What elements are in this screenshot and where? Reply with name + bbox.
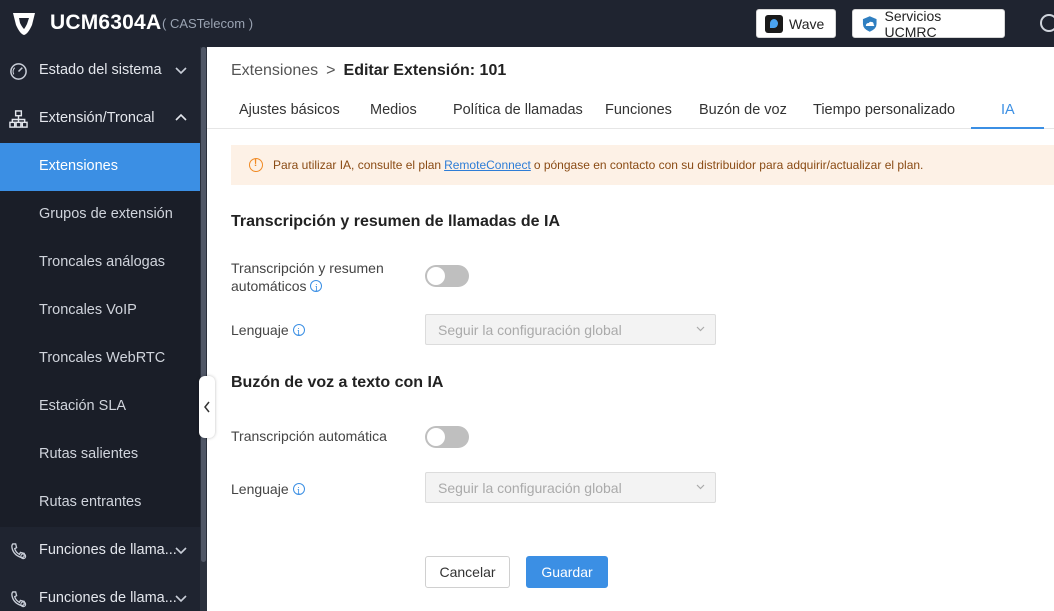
section-title-ai-transcription: Transcripción y resumen de llamadas de I… bbox=[231, 213, 561, 230]
main-content: Extensiones > Editar Extensión: 101 Ajus… bbox=[207, 47, 1054, 611]
chevron-down-icon bbox=[696, 484, 705, 490]
language-label-1: Lenguaje bbox=[231, 321, 305, 342]
sidebar-item-label: Troncales VoIP bbox=[39, 302, 137, 318]
sidebar-group-call-features-1[interactable]: Funciones de llama... bbox=[0, 527, 200, 575]
sidebar-group-extension-trunk[interactable]: Extensión/Troncal bbox=[0, 95, 200, 143]
label-text: Lenguaje bbox=[231, 322, 289, 338]
info-icon[interactable] bbox=[310, 280, 323, 298]
info-icon[interactable] bbox=[292, 483, 305, 501]
breadcrumb: Extensiones > Editar Extensión: 101 bbox=[231, 62, 506, 80]
cloud-shield-icon bbox=[862, 15, 877, 32]
auto-transcription-toggle[interactable] bbox=[425, 426, 469, 448]
auto-transcription-summary-toggle[interactable] bbox=[425, 265, 469, 287]
label-line-2: automáticos bbox=[231, 277, 384, 298]
tab-bar: Ajustes básicos Medios Política de llama… bbox=[207, 91, 1054, 129]
warning-icon bbox=[249, 158, 263, 172]
top-bar: UCM6304A ( CASTelecom ) Wave Servicios U… bbox=[0, 0, 1054, 47]
sidebar-group-label: Funciones de llama... bbox=[39, 590, 177, 606]
sidebar-group-label: Estado del sistema bbox=[39, 62, 162, 78]
phone-settings-icon bbox=[11, 543, 27, 560]
sidebar: Estado del sistema Extensión/Troncal Ext… bbox=[0, 47, 207, 611]
sidebar-item-label: Rutas salientes bbox=[39, 446, 139, 462]
sidebar-item-label: Troncales análogas bbox=[39, 254, 166, 270]
language-select-1[interactable]: Seguir la configuración global bbox=[425, 314, 716, 345]
chevron-down-icon bbox=[696, 326, 705, 332]
breadcrumb-extensions-link[interactable]: Extensiones bbox=[231, 62, 318, 80]
chevron-up-icon bbox=[175, 113, 187, 121]
product-name: UCM6304A bbox=[50, 11, 162, 34]
language-select-2[interactable]: Seguir la configuración global bbox=[425, 472, 716, 503]
breadcrumb-separator: > bbox=[326, 62, 336, 79]
wave-icon bbox=[765, 14, 783, 33]
auto-transcription-label: Transcripción automática bbox=[231, 428, 387, 444]
chevron-left-icon bbox=[204, 401, 210, 413]
sidebar-item-webrtc-trunks[interactable]: Troncales WebRTC bbox=[0, 335, 200, 383]
ucm-services-button[interactable]: Servicios UCMRC bbox=[852, 7, 1005, 40]
sidebar-item-label: Rutas entrantes bbox=[39, 494, 142, 510]
tab-basic-settings[interactable]: Ajustes básicos bbox=[239, 102, 340, 118]
tab-call-policy[interactable]: Política de llamadas bbox=[453, 102, 583, 118]
language-select-value: Seguir la configuración global bbox=[438, 480, 622, 496]
sidebar-group-label: Extensión/Troncal bbox=[39, 110, 155, 126]
chevron-down-icon bbox=[175, 595, 187, 603]
sidebar-group-call-features-2[interactable]: Funciones de llama... bbox=[0, 575, 200, 611]
ucm-services-label: Servicios UCMRC bbox=[884, 7, 942, 40]
chevron-down-icon bbox=[175, 67, 187, 75]
label-text: automáticos bbox=[231, 278, 307, 294]
sidebar-item-outbound-routes[interactable]: Rutas salientes bbox=[0, 431, 200, 479]
language-label-2: Lenguaje bbox=[231, 480, 305, 501]
tab-custom-time[interactable]: Tiempo personalizado bbox=[813, 102, 955, 118]
sidebar-collapse-handle[interactable] bbox=[199, 376, 215, 438]
search-icon[interactable] bbox=[1040, 14, 1054, 32]
language-select-value: Seguir la configuración global bbox=[438, 322, 622, 338]
tab-media[interactable]: Medios bbox=[370, 102, 417, 118]
tab-ai[interactable]: IA bbox=[1001, 102, 1015, 118]
company-name: ( CASTelecom ) bbox=[162, 16, 254, 31]
sidebar-item-voip-trunks[interactable]: Troncales VoIP bbox=[0, 287, 200, 335]
remoteconnect-link[interactable]: RemoteConnect bbox=[444, 158, 531, 172]
phone-settings-icon bbox=[11, 591, 27, 608]
tab-features[interactable]: Funciones bbox=[605, 102, 672, 118]
label-text: Lenguaje bbox=[231, 481, 289, 497]
sidebar-scrollbar-thumb[interactable] bbox=[201, 47, 206, 562]
gauge-icon bbox=[10, 63, 27, 80]
sidebar-group-system-status[interactable]: Estado del sistema bbox=[0, 47, 200, 95]
sidebar-item-label: Extensiones bbox=[39, 158, 118, 174]
sidebar-item-label: Grupos de extensión bbox=[39, 206, 173, 222]
save-button[interactable]: Guardar bbox=[526, 556, 608, 588]
sidebar-item-label: Estación SLA bbox=[39, 398, 127, 414]
page-title: Editar Extensión: 101 bbox=[343, 62, 507, 79]
sidebar-group-label: Funciones de llama... bbox=[39, 542, 177, 558]
cancel-button[interactable]: Cancelar bbox=[425, 556, 510, 588]
chevron-down-icon bbox=[175, 547, 187, 555]
sidebar-item-extension-groups[interactable]: Grupos de extensión bbox=[0, 191, 200, 239]
alert-text-after: o póngase en contacto con su distribuido… bbox=[533, 158, 924, 172]
sidebar-item-inbound-routes[interactable]: Rutas entrantes bbox=[0, 479, 200, 527]
sidebar-item-sla-station[interactable]: Estación SLA bbox=[0, 383, 200, 431]
sidebar-item-extensions[interactable]: Extensiones bbox=[0, 143, 200, 191]
auto-transcription-summary-label: Transcripción y resumen automáticos bbox=[231, 259, 384, 298]
plan-alert: Para utilizar IA, consulte el plan Remot… bbox=[231, 145, 1054, 185]
alert-text-before: Para utilizar IA, consulte el plan bbox=[273, 158, 442, 172]
section-title-ai-voicemail: Buzón de voz a texto con IA bbox=[231, 374, 444, 391]
active-tab-indicator bbox=[971, 127, 1044, 129]
wave-label: Wave bbox=[789, 15, 825, 32]
tab-voicemail[interactable]: Buzón de voz bbox=[699, 102, 787, 118]
sidebar-item-label: Troncales WebRTC bbox=[39, 350, 166, 366]
label-line-1: Transcripción y resumen bbox=[231, 260, 384, 276]
sidebar-item-analog-trunks[interactable]: Troncales análogas bbox=[0, 239, 200, 287]
org-chart-icon bbox=[9, 110, 28, 128]
wave-button[interactable]: Wave bbox=[756, 9, 836, 38]
info-icon[interactable] bbox=[292, 324, 305, 342]
grandstream-logo-icon bbox=[13, 13, 35, 35]
